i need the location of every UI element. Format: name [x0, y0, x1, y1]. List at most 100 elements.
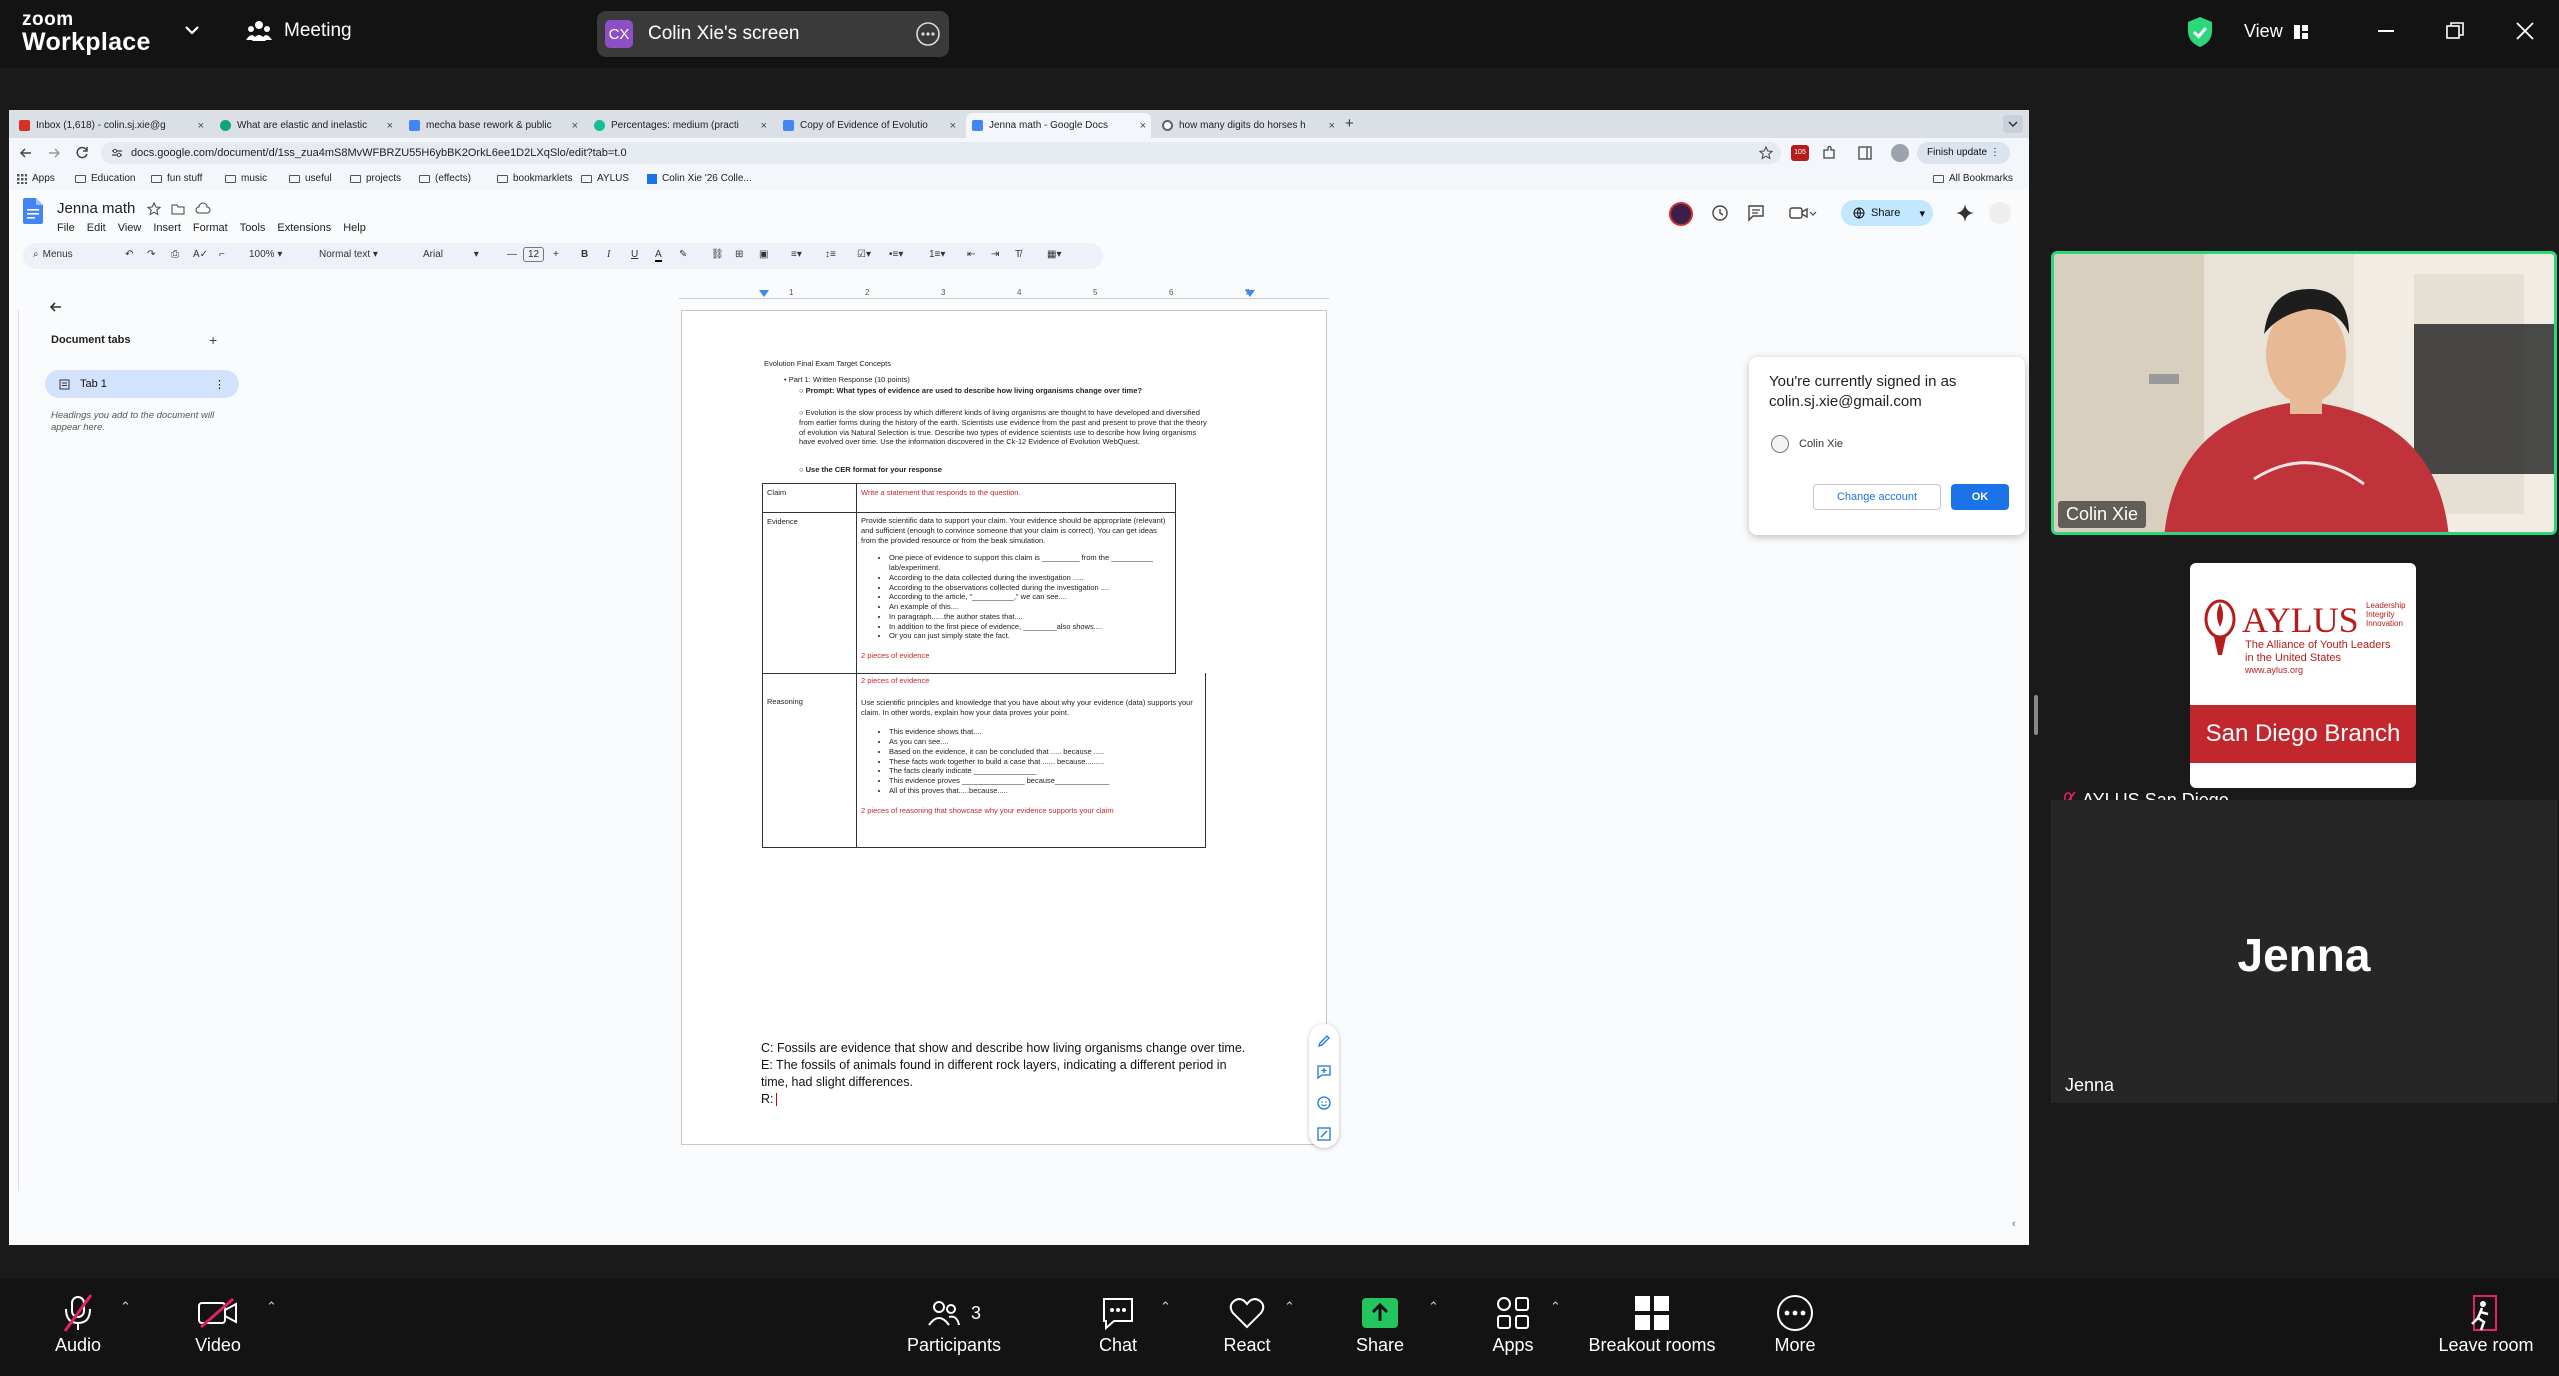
add-comment-float-icon[interactable]: [1317, 1065, 1331, 1079]
video-options-icon[interactable]: ⌃: [266, 1299, 277, 1315]
change-account-button[interactable]: Change account: [1813, 484, 1941, 510]
italic-icon[interactable]: I: [607, 249, 610, 260]
meet-icon[interactable]: [1789, 205, 1817, 221]
close-tab-icon[interactable]: ×: [198, 120, 204, 132]
underline-icon[interactable]: U: [631, 249, 638, 260]
undo-icon[interactable]: ↶: [125, 249, 133, 260]
zoom-select[interactable]: 100% ▾: [249, 249, 282, 260]
reload-icon[interactable]: [75, 146, 89, 160]
participants-button[interactable]: 3 Participants: [904, 1291, 1004, 1356]
comments-icon[interactable]: [1747, 204, 1765, 222]
chrome-tab[interactable]: Percentages: medium (practi ×: [588, 113, 772, 138]
suggest-edit-icon[interactable]: [1317, 1127, 1331, 1141]
insert-image-icon[interactable]: ▣: [759, 249, 768, 260]
apps-options-icon[interactable]: ⌃: [1550, 1299, 1561, 1315]
menu-extensions[interactable]: Extensions: [277, 222, 331, 234]
menu-file[interactable]: File: [57, 222, 75, 234]
chrome-tab[interactable]: Copy of Evidence of Evolutio ×: [777, 113, 961, 138]
indent-marker-icon[interactable]: [759, 290, 769, 298]
resize-handle[interactable]: [2034, 695, 2038, 735]
document-title[interactable]: Jenna math: [57, 200, 135, 217]
bookmark-apps[interactable]: Apps: [17, 173, 55, 184]
emoji-reaction-icon[interactable]: [1317, 1096, 1331, 1110]
star-icon[interactable]: [147, 202, 161, 216]
line-spacing-icon[interactable]: ↕≡: [825, 249, 836, 260]
menu-format[interactable]: Format: [193, 222, 228, 234]
bookmark-folder[interactable]: music: [225, 173, 267, 184]
site-info-icon[interactable]: [111, 148, 123, 158]
react-options-icon[interactable]: ⌃: [1284, 1299, 1295, 1315]
bookmark-folder[interactable]: fun stuff: [151, 173, 202, 184]
menu-insert[interactable]: Insert: [153, 222, 181, 234]
close-tab-icon[interactable]: ×: [387, 120, 393, 132]
numbered-list-icon[interactable]: 1≡▾: [929, 249, 945, 260]
back-icon[interactable]: [19, 146, 33, 160]
audio-button[interactable]: Audio: [48, 1291, 108, 1356]
highlight-icon[interactable]: ✎: [679, 249, 687, 260]
close-tab-icon[interactable]: ×: [761, 120, 767, 132]
close-tab-icon[interactable]: ×: [572, 120, 578, 132]
align-icon[interactable]: ≡▾: [791, 249, 802, 260]
bookmark-folder[interactable]: (effects): [419, 173, 471, 184]
chrome-tab-active[interactable]: Jenna math - Google Docs ×: [966, 113, 1151, 138]
text-color-icon[interactable]: A: [655, 249, 662, 262]
close-tab-icon[interactable]: ×: [950, 120, 956, 132]
link-icon[interactable]: ⛓: [711, 249, 724, 260]
share-options-icon[interactable]: ⌃: [1428, 1299, 1439, 1315]
tab-options-icon[interactable]: ⋮: [214, 378, 225, 391]
finish-update-button[interactable]: Finish update ⋮: [1917, 142, 2010, 164]
screen-share-indicator[interactable]: CX Colin Xie's screen: [597, 11, 949, 57]
forward-icon[interactable]: [47, 146, 61, 160]
redo-icon[interactable]: ↷: [147, 249, 155, 260]
account-avatar[interactable]: [1989, 202, 2011, 224]
clear-formatting-icon[interactable]: T̸: [1015, 249, 1021, 260]
extensions-icon[interactable]: [1821, 145, 1837, 161]
chat-options-icon[interactable]: ⌃: [1160, 1299, 1171, 1315]
add-tab-icon[interactable]: +: [209, 332, 217, 348]
apps-button[interactable]: Apps: [1486, 1291, 1540, 1356]
bookmark-star-icon[interactable]: [1759, 146, 1773, 160]
more-button[interactable]: More: [1768, 1291, 1822, 1356]
paint-format-icon[interactable]: ⌐: [219, 249, 225, 260]
close-tab-icon[interactable]: ×: [1140, 120, 1146, 132]
share-button[interactable]: Share ▾: [1841, 200, 1933, 226]
docs-logo-icon[interactable]: [23, 198, 43, 224]
gemini-icon[interactable]: [1955, 203, 1975, 223]
video-button[interactable]: Video: [188, 1291, 248, 1356]
menu-view[interactable]: View: [118, 222, 142, 234]
chrome-tab[interactable]: how many digits do horses h ×: [1156, 113, 1340, 138]
close-tab-icon[interactable]: ×: [1329, 120, 1335, 132]
collaborator-avatar[interactable]: [1669, 202, 1693, 226]
back-arrow-icon[interactable]: [49, 300, 63, 314]
bookmark-folder[interactable]: projects: [350, 173, 401, 184]
share-dropdown-icon[interactable]: ▾: [1919, 207, 1925, 220]
menus-search[interactable]: ⌕ Menus: [33, 249, 73, 260]
chevron-down-icon[interactable]: [184, 24, 200, 36]
bookmark-folder[interactable]: useful: [289, 173, 332, 184]
bold-icon[interactable]: B: [581, 249, 588, 260]
all-bookmarks[interactable]: All Bookmarks: [1933, 173, 2013, 184]
bullet-list-icon[interactable]: •≡▾: [889, 249, 903, 260]
chat-button[interactable]: Chat: [1094, 1291, 1142, 1356]
bookmark-folder[interactable]: Education: [75, 173, 135, 184]
react-button[interactable]: React: [1220, 1291, 1274, 1356]
tab-1-item[interactable]: Tab 1 ⋮: [45, 370, 239, 398]
bookmark-folder[interactable]: AYLUS: [581, 173, 629, 184]
chrome-tab[interactable]: Inbox (1,618) - colin.sj.xie@g ×: [13, 113, 209, 138]
move-folder-icon[interactable]: [171, 202, 185, 216]
leave-room-button[interactable]: Leave room: [2434, 1291, 2538, 1356]
ok-button[interactable]: OK: [1951, 484, 2009, 510]
right-indent-marker-icon[interactable]: [1245, 290, 1255, 298]
bookmark-link[interactable]: Colin Xie '26 Colle...: [647, 173, 752, 184]
close-icon[interactable]: [2516, 22, 2534, 40]
profile-avatar[interactable]: [1891, 144, 1909, 162]
checklist-icon[interactable]: ☑▾: [857, 249, 871, 260]
cloud-saved-icon[interactable]: [195, 202, 211, 216]
decrease-indent-icon[interactable]: ⇤: [967, 249, 975, 260]
version-history-icon[interactable]: [1711, 204, 1729, 222]
breakout-rooms-button[interactable]: Breakout rooms: [1580, 1291, 1724, 1356]
menu-edit[interactable]: Edit: [87, 222, 106, 234]
new-tab-icon[interactable]: +: [1345, 115, 1354, 132]
zoom-workplace-logo[interactable]: zoom Workplace: [22, 10, 151, 55]
spellcheck-icon[interactable]: A✓: [193, 249, 208, 260]
